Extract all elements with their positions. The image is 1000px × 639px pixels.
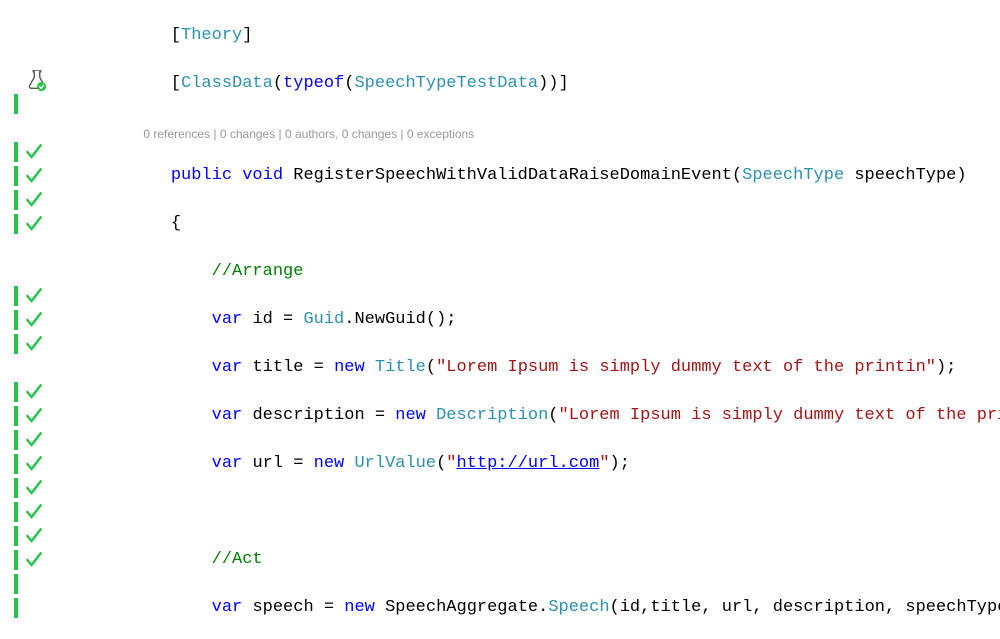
code-line[interactable]: var speech = new SpeechAggregate.Speech(… — [130, 596, 1000, 620]
code-editor[interactable]: [Theory] [ClassData(typeof(SpeechTypeTes… — [0, 0, 1000, 639]
coverage-marker — [14, 94, 18, 114]
editor-gutter — [0, 0, 56, 639]
code-line[interactable]: var title = new Title("Lorem Ipsum is si… — [130, 356, 1000, 380]
code-line[interactable]: var description = new Description("Lorem… — [130, 404, 1000, 428]
code-line[interactable]: //Act — [130, 548, 1000, 572]
code-line[interactable]: //Arrange — [130, 260, 1000, 284]
code-line[interactable]: var id = Guid.NewGuid(); — [130, 308, 1000, 332]
code-line[interactable] — [130, 500, 1000, 524]
code-line[interactable]: [ClassData(typeof(SpeechTypeTestData))] — [130, 72, 1000, 96]
code-area[interactable]: [Theory] [ClassData(typeof(SpeechTypeTes… — [56, 0, 1000, 639]
url-link[interactable]: http://url.com — [457, 454, 600, 473]
code-line[interactable]: [Theory] — [130, 24, 1000, 48]
codelens[interactable]: 0 references | 0 changes | 0 authors, 0 … — [130, 120, 1000, 140]
code-line[interactable]: public void RegisterSpeechWithValidDataR… — [130, 164, 1000, 188]
code-line[interactable]: { — [130, 212, 1000, 236]
test-flask-icon[interactable] — [26, 70, 48, 92]
test-pass-icon — [24, 140, 52, 164]
code-line[interactable]: var url = new UrlValue("http://url.com")… — [130, 452, 1000, 476]
